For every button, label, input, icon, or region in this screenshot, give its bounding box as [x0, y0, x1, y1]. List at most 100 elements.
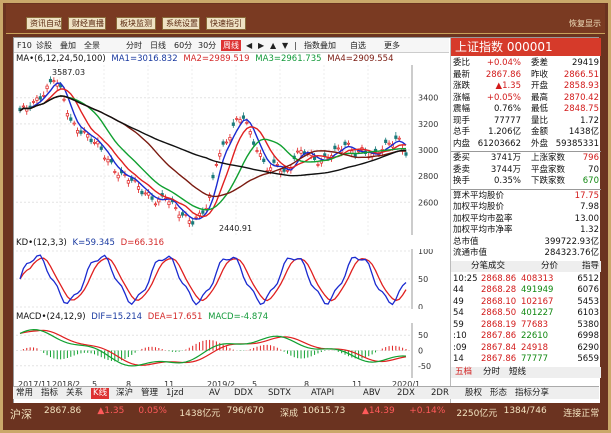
bottom-tab[interactable]: DDX [234, 388, 253, 399]
kd-tick: 100 [418, 249, 433, 256]
tb-divider: | [294, 41, 297, 50]
bottom-tab[interactable]: K线 [91, 388, 110, 399]
macd-tick: 50 [418, 331, 428, 340]
quote-label: 加权平均市盈率 [453, 213, 513, 224]
tick-time: 49 [453, 296, 464, 307]
candle-body [252, 141, 256, 145]
top-btn-settings[interactable]: 系统设置 [162, 17, 200, 30]
quote-value-2: 1.72 [580, 115, 599, 126]
tb-overlay[interactable]: 叠加 [60, 40, 76, 51]
candle-body [343, 141, 347, 146]
low-label: 2440.91 [219, 224, 252, 233]
bottom-tab[interactable]: AV [209, 388, 220, 399]
quote-label: 总市值 [453, 236, 479, 247]
quote-value: 13.00 [574, 213, 599, 224]
quote-value: 3741万 [490, 153, 521, 163]
status-item: 10615.73 [302, 406, 346, 416]
tick-count: 6103 [577, 308, 599, 318]
tb-30min[interactable]: 30分 [198, 40, 216, 51]
tb-more[interactable]: 更多 [384, 40, 400, 51]
quote-label: 委卖 [453, 164, 471, 175]
candle-body [262, 158, 266, 162]
candle-body [336, 147, 340, 150]
restore-display-link[interactable]: 恢复显示 [569, 18, 601, 29]
tab-level5[interactable]: 五档 [455, 367, 472, 379]
ma1-value: MA1=3016.832 [111, 54, 178, 64]
tb-60min[interactable]: 60分 [174, 40, 192, 51]
top-btn-sector[interactable]: 板块监测 [116, 17, 156, 30]
candle-body [153, 203, 157, 206]
candle-body [136, 186, 141, 190]
quote-label: 委比 [453, 58, 471, 68]
price-chart[interactable]: 3400 3200 3000 2800 2600 3587.03 2440.91 [14, 65, 449, 235]
bottom-tab[interactable]: 管理 [141, 388, 158, 399]
tb-watchlist[interactable]: 自选 [350, 40, 366, 51]
bottom-tab[interactable]: 2DR [431, 388, 449, 399]
bottom-tab[interactable]: 指标 [41, 388, 58, 399]
candle-body [113, 171, 117, 173]
ma4-value: MA4=2909.554 [327, 54, 394, 64]
tick-price: 2868.28 [481, 285, 517, 295]
bottom-tab-bar: 常用 指标 关系 K线 深沪 管理 1jzd AV DDX SDTX ATAPI ABV 2DX 2DR 股… [13, 386, 599, 399]
high-label: 3587.03 [52, 68, 85, 77]
bottom-tab[interactable]: 指标分享 [515, 388, 549, 399]
top-btn-live[interactable]: 财经直播 [68, 17, 106, 30]
candle-body [285, 169, 290, 172]
quote-label: 震幅 [453, 104, 471, 114]
bottom-tab[interactable]: 1jzd [166, 388, 184, 399]
candle-body [245, 121, 249, 124]
tb-weekly[interactable]: 周线 [221, 40, 241, 51]
quote-value: 77777 [493, 115, 521, 126]
bottom-tab[interactable]: 形态 [490, 388, 507, 399]
main-panel: F10 诊股 叠加 全景 分时 日线 60分 30分 周线 ◀ ▶ ▲ ▼ | … [13, 37, 601, 413]
bottom-tab[interactable]: ATAPI [311, 388, 334, 399]
kd-legend-title: KD•(12,3,3) [16, 238, 67, 248]
top-btn-guide[interactable]: 快速指引 [206, 17, 246, 30]
tb-diagnose[interactable]: 诊股 [36, 40, 52, 51]
quote-label-2: 量比 [531, 115, 549, 126]
candle-body [42, 94, 46, 97]
candle-body [72, 122, 76, 125]
tab-shortline[interactable]: 短线 [509, 367, 526, 379]
bottom-tab[interactable]: 2DX [397, 388, 415, 399]
tb-index-overlay[interactable]: 指数叠加 [304, 40, 336, 51]
tab-intraday[interactable]: 分时 [483, 367, 500, 379]
tb-up-icon[interactable]: ▲ [270, 40, 276, 51]
bottom-tab[interactable]: 关系 [66, 388, 83, 399]
candle-body [167, 201, 171, 205]
top-btn-news[interactable]: 资讯自动 [26, 17, 62, 30]
tb-left-icon[interactable]: ◀ [246, 40, 252, 51]
bottom-tab[interactable]: 股权 [465, 388, 482, 399]
tick-price: 2868.10 [481, 296, 517, 307]
candle-body [89, 138, 93, 143]
candle-body [191, 221, 195, 225]
quote-value-2: 2866.51 [563, 69, 599, 80]
tb-daily[interactable]: 日线 [150, 40, 166, 51]
tb-panorama[interactable]: 全景 [84, 40, 100, 51]
candle-body [187, 220, 191, 224]
bottom-tab[interactable]: 常用 [16, 388, 33, 399]
candle-body [275, 163, 279, 166]
tb-down-icon[interactable]: ▼ [282, 40, 288, 51]
bottom-tab[interactable]: 深沪 [116, 388, 133, 399]
tab-price[interactable]: 分价 [541, 261, 558, 273]
tb-intraday[interactable]: 分时 [126, 40, 142, 51]
bottom-tab[interactable]: SDTX [268, 388, 291, 399]
bottom-tab[interactable]: ABV [363, 388, 380, 399]
macd-chart[interactable]: 50 0 -50 [14, 323, 449, 378]
tb-f10[interactable]: F10 [17, 40, 32, 51]
candle-body [150, 196, 154, 200]
quote-label-2: 委差 [531, 58, 549, 68]
tb-right-icon[interactable]: ▶ [258, 40, 264, 51]
kd-chart[interactable]: 100 50 0 [14, 249, 449, 309]
quote-value: 2867.86 [485, 69, 521, 80]
tick-volume: 408313 [521, 273, 554, 284]
tab-trades[interactable]: 分笔成交 [471, 261, 505, 273]
candle-body [35, 97, 39, 101]
ma-legend-title: MA•(6,12,24,50,100) [16, 54, 106, 64]
tab-guide[interactable]: 指导 [582, 261, 599, 273]
quote-value: ▲1.35 [495, 81, 521, 91]
tick-count: 6998 [577, 331, 599, 341]
price-tick: 2800 [418, 172, 438, 181]
tick-time: 54 [453, 308, 464, 318]
